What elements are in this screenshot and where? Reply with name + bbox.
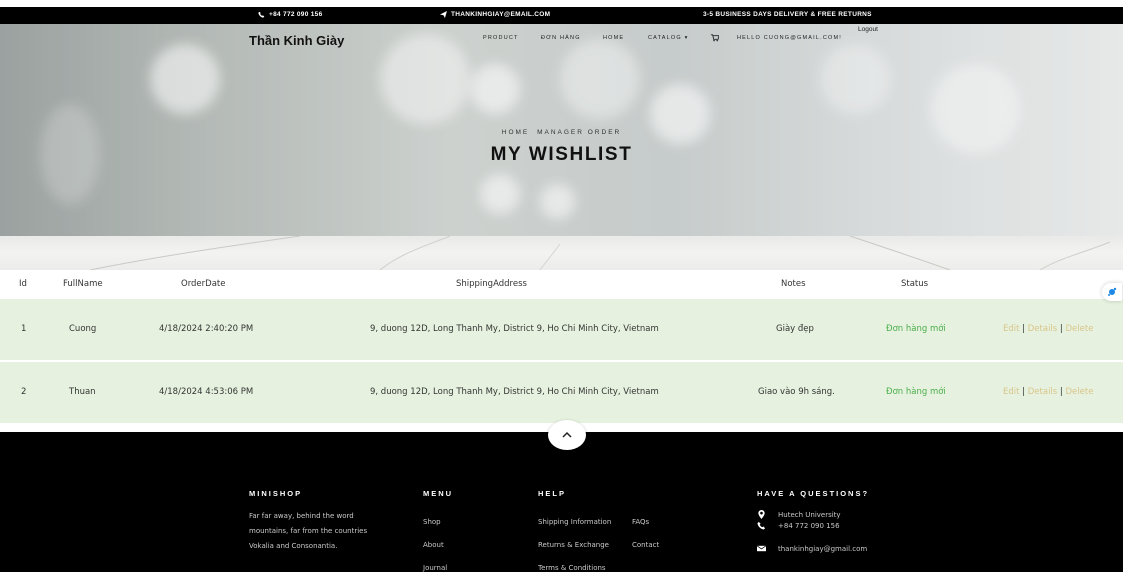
- cell-status: Đơn hàng mới: [886, 324, 946, 334]
- user-greeting: HELLO CUONG@GMAIL.COM!: [737, 35, 843, 41]
- footer-about-text: Vokalia and Consonantia.: [249, 542, 338, 550]
- row-actions: Edit | Details | Delete: [1003, 324, 1094, 334]
- column-status: Status: [901, 279, 929, 289]
- logout-link[interactable]: Logout: [858, 26, 878, 33]
- cell-status: Đơn hàng mới: [886, 387, 946, 397]
- footer-contact-title: HAVE A QUESTIONS?: [757, 489, 870, 498]
- column-id: Id: [19, 279, 27, 289]
- details-link[interactable]: Details: [1028, 387, 1057, 397]
- contact-topbar: +84 772 090 156 THANKINHGIAY@EMAIL.COM 3…: [0, 7, 1123, 24]
- phone-icon: [757, 521, 766, 530]
- phone-icon: [258, 11, 265, 18]
- breadcrumb-current: MANAGER ORDER: [537, 129, 622, 136]
- cell-orderdate: 4/18/2024 4:53:06 PM: [159, 387, 254, 397]
- cell-id: 2: [21, 387, 27, 397]
- footer-link-returns[interactable]: Returns & Exchange: [538, 541, 609, 549]
- paper-plane-icon: [440, 11, 447, 18]
- nav-home[interactable]: HOME: [603, 35, 624, 41]
- footer-help-title: HELP: [538, 489, 567, 498]
- row-actions: Edit | Details | Delete: [1003, 387, 1094, 397]
- cell-address: 9, duong 12D, Long Thanh My, District 9,…: [370, 387, 659, 397]
- footer-link-shipping[interactable]: Shipping Information: [538, 518, 611, 526]
- footer-link-contact[interactable]: Contact: [632, 541, 659, 549]
- chevron-up-icon: [562, 431, 572, 438]
- cell-id: 1: [21, 324, 27, 334]
- footer-phone[interactable]: +84 772 090 156: [778, 522, 840, 530]
- table-row: 2 Thuan 4/18/2024 4:53:06 PM 9, duong 12…: [0, 361, 1123, 423]
- chevron-down-icon: ▾: [684, 35, 689, 41]
- breadcrumb-home[interactable]: HOME: [502, 129, 530, 136]
- cell-address: 9, duong 12D, Long Thanh My, District 9,…: [370, 324, 659, 334]
- footer-about-text: mountains, far from the countries: [249, 527, 368, 535]
- cell-notes: Giày đẹp: [776, 324, 814, 334]
- envelope-icon: [757, 545, 766, 552]
- chat-icon: [1108, 287, 1117, 296]
- edit-link[interactable]: Edit: [1003, 324, 1019, 334]
- footer-link-shop[interactable]: Shop: [423, 518, 441, 526]
- footer-link-journal[interactable]: Journal: [423, 564, 447, 572]
- hero-banner: Thần Kinh Giày PRODUCT ĐƠN HÀNG HOME CAT…: [0, 24, 1123, 236]
- footer-link-faqs[interactable]: FAQs: [632, 518, 649, 526]
- table-row: 1 Cuong 4/18/2024 2:40:20 PM 9, duong 12…: [0, 298, 1123, 360]
- delete-link[interactable]: Delete: [1066, 387, 1094, 397]
- brand-logo[interactable]: Thần Kinh Giày: [249, 33, 344, 48]
- nav-orders[interactable]: ĐƠN HÀNG: [541, 35, 581, 41]
- topbar-delivery: 3-5 BUSINESS DAYS DELIVERY & FREE RETURN…: [703, 11, 872, 18]
- cart-icon[interactable]: [710, 33, 719, 42]
- site-footer: MINISHOP Far far away, behind the word m…: [0, 432, 1123, 572]
- topbar-phone: +84 772 090 156: [258, 11, 322, 18]
- footer-address: Hutech University: [778, 511, 841, 519]
- edit-link[interactable]: Edit: [1003, 387, 1019, 397]
- footer-link-about[interactable]: About: [423, 541, 444, 549]
- column-shippingaddress: ShippingAddress: [456, 279, 527, 289]
- details-link[interactable]: Details: [1028, 324, 1057, 334]
- page-title: MY WISHLIST: [490, 144, 633, 165]
- nav-catalog[interactable]: CATALOG ▾: [648, 35, 689, 41]
- table-header: Id FullName OrderDate ShippingAddress No…: [0, 270, 1123, 298]
- scroll-to-top-button[interactable]: [548, 420, 586, 450]
- cell-orderdate: 4/18/2024 2:40:20 PM: [159, 324, 254, 334]
- footer-about-title: MINISHOP: [249, 489, 303, 498]
- nav-product[interactable]: PRODUCT: [483, 35, 519, 41]
- footer-about-text: Far far away, behind the word: [249, 512, 354, 520]
- column-fullname: FullName: [63, 279, 103, 289]
- footer-menu-title: MENU: [423, 489, 454, 498]
- map-marker-icon: [758, 510, 765, 519]
- cell-fullname: Thuan: [69, 387, 96, 397]
- cell-fullname: Cuong: [69, 324, 97, 334]
- column-orderdate: OrderDate: [181, 279, 226, 289]
- topbar-email: THANKINHGIAY@EMAIL.COM: [440, 11, 550, 18]
- marble-divider: [0, 236, 1123, 270]
- chat-widget-button[interactable]: [1102, 283, 1122, 301]
- cell-notes: Giao vào 9h sáng.: [758, 387, 835, 397]
- breadcrumb: HOME MANAGER ORDER: [0, 129, 1123, 136]
- footer-email[interactable]: thankinhgiay@gmail.com: [778, 545, 867, 553]
- delete-link[interactable]: Delete: [1066, 324, 1094, 334]
- column-notes: Notes: [781, 279, 806, 289]
- footer-link-terms[interactable]: Terms & Conditions: [538, 564, 606, 572]
